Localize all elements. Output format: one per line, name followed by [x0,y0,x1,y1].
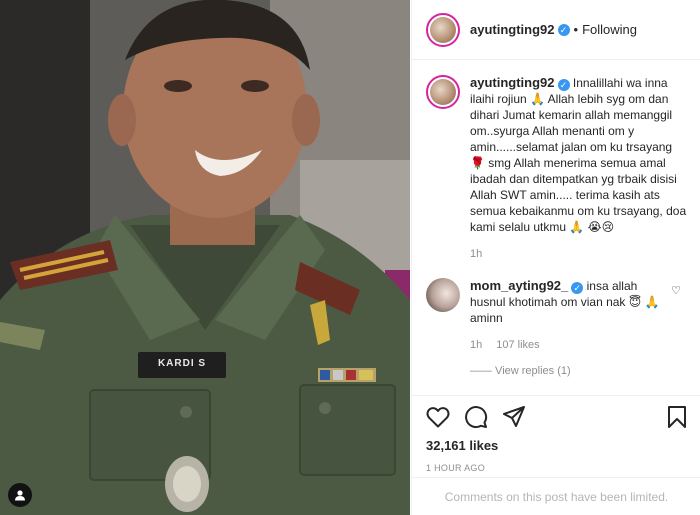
post-header: ayutingting92 ✓ • Following [412,0,700,60]
photo-illustration [0,0,410,515]
comment-time[interactable]: 1h [470,339,482,351]
caption-time[interactable]: 1h [470,248,482,260]
view-replies-link[interactable]: —— View replies (1) [426,365,687,377]
post-photo[interactable]: KARDI S [0,0,410,515]
verified-badge-icon: ✓ [557,79,570,91]
commenter-username[interactable]: mom_ayting92_ [470,278,568,293]
comment-icon[interactable] [464,405,488,434]
share-icon[interactable] [502,405,526,434]
caption-row: ayutingting92 ✓ Innalillahi wa inna ilaih… [426,75,687,262]
name-tag-text: KARDI S [157,358,207,369]
comment-row: mom_ayting92_ ✓ insa allah husnul khotima… [426,278,687,353]
caption-text: Innalillahi wa inna ilaihi rojiun 🙏 Alla… [470,76,687,234]
caption-avatar[interactable] [426,75,460,109]
author-username[interactable]: ayutingting92 [470,22,555,37]
comment-like-heart-icon[interactable]: ♡ [671,284,681,297]
tagged-users-button[interactable] [8,483,32,507]
comment-likes[interactable]: 107 likes [496,339,539,351]
caption-username[interactable]: ayutingting92 [470,75,555,90]
comments-limited-notice: Comments on this post have been limited. [412,477,700,515]
bookmark-icon[interactable] [667,405,687,434]
post-actions: 32,161 likes 1 HOUR AGO [412,395,700,473]
likes-count[interactable]: 32,161 likes [426,438,687,453]
post-side-panel: ayutingting92 ✓ • Following ayutingting9… [411,0,700,515]
comment-meta: 1h 107 likes [470,337,661,353]
verified-badge-icon: ✓ [571,282,584,294]
separator-dot: • [573,22,579,37]
verified-badge-icon: ✓ [557,23,570,36]
author-avatar[interactable] [426,12,460,47]
user-tag-icon [15,490,25,501]
following-button[interactable]: Following [582,22,637,37]
post-time-ago[interactable]: 1 HOUR AGO [426,463,687,473]
commenter-avatar[interactable] [426,278,460,312]
comments-section[interactable]: ayutingting92 ✓ Innalillahi wa inna ilaih… [412,61,700,394]
heart-icon[interactable] [426,406,450,433]
caption-meta: 1h [470,246,687,262]
